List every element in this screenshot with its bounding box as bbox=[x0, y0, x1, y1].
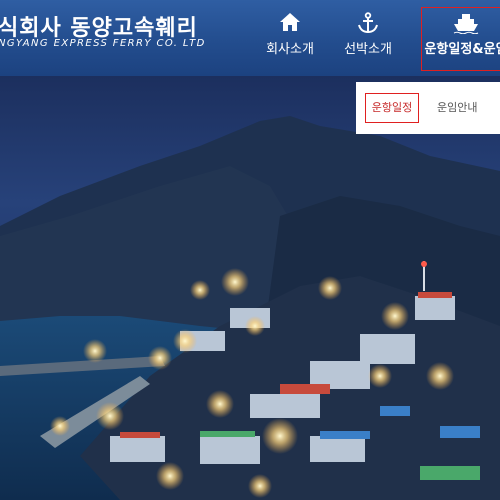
site-header: 식회사 동양고속훼리 NGYANG EXPRESS FERRY CO. LTD … bbox=[0, 0, 500, 76]
nav-schedule-fare[interactable]: 운항일정&운임 bbox=[421, 7, 500, 71]
nav-schedule-fare-label: 운항일정&운임 bbox=[424, 42, 500, 57]
anchor-icon bbox=[340, 12, 396, 38]
hero-image bbox=[0, 76, 500, 500]
logo-subtitle: NGYANG EXPRESS FERRY CO. LTD bbox=[0, 38, 206, 49]
submenu: 운항일정 운임안내 bbox=[356, 82, 500, 134]
nav-company-label: 회사소개 bbox=[266, 42, 314, 57]
submenu-schedule[interactable]: 운항일정 bbox=[365, 93, 419, 123]
home-icon bbox=[262, 12, 318, 38]
nav-vessel[interactable]: 선박소개 bbox=[340, 0, 396, 76]
nav-company[interactable]: 회사소개 bbox=[262, 0, 318, 76]
submenu-fare[interactable]: 운임안내 bbox=[437, 93, 477, 123]
hero-illustration bbox=[0, 116, 500, 500]
nav-vessel-label: 선박소개 bbox=[344, 42, 392, 57]
ship-icon bbox=[422, 12, 500, 38]
